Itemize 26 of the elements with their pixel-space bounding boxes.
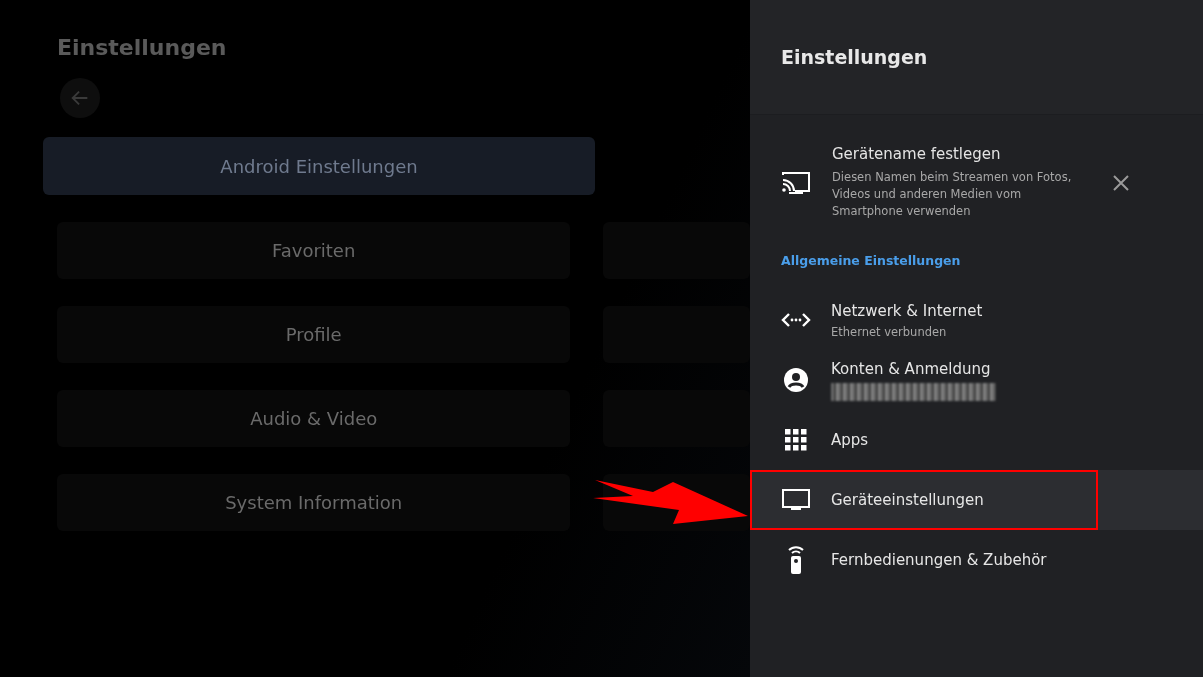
remote-icon [786, 545, 806, 575]
menu-tile[interactable]: Favoriten [57, 222, 571, 279]
settings-item[interactable]: Netzwerk & Internet Ethernet verbunden [750, 290, 1203, 350]
suggestion-title: Gerätename festlegen [832, 145, 1002, 163]
page-title: Einstellungen [57, 34, 228, 62]
menu-tile[interactable]: System Information [57, 474, 571, 531]
menu-tile[interactable]: Android Einstellungen [43, 137, 595, 195]
cast-icon [781, 170, 811, 195]
tv-icon [782, 489, 810, 511]
menu-tile[interactable]: Audio & Video [57, 390, 571, 447]
menu-tile[interactable]: Profile [57, 306, 571, 363]
settings-item[interactable]: Fernbedienungen & Zubehör [750, 530, 1203, 590]
suggestion-description: Diesen Namen beim Streamen von Fotos, Videos und anderen Medien vom Smartphone verwenden [832, 169, 1073, 220]
settings-item[interactable]: Geräteeinstellungen [750, 470, 1203, 530]
section-header: Allgemeine Einstellungen [780, 252, 962, 270]
panel-title: Einstellungen [781, 46, 928, 68]
settings-item[interactable]: Apps [750, 410, 1203, 470]
menu-tile[interactable] [603, 390, 750, 447]
network-icon [781, 312, 811, 328]
menu-tile[interactable] [603, 306, 750, 363]
apps-grid-icon [785, 429, 807, 451]
account-icon [783, 367, 809, 393]
back-button[interactable] [60, 78, 100, 118]
close-icon [1112, 173, 1130, 192]
menu-tile[interactable] [603, 222, 750, 279]
settings-item[interactable]: Konten & Anmeldung [750, 350, 1203, 410]
